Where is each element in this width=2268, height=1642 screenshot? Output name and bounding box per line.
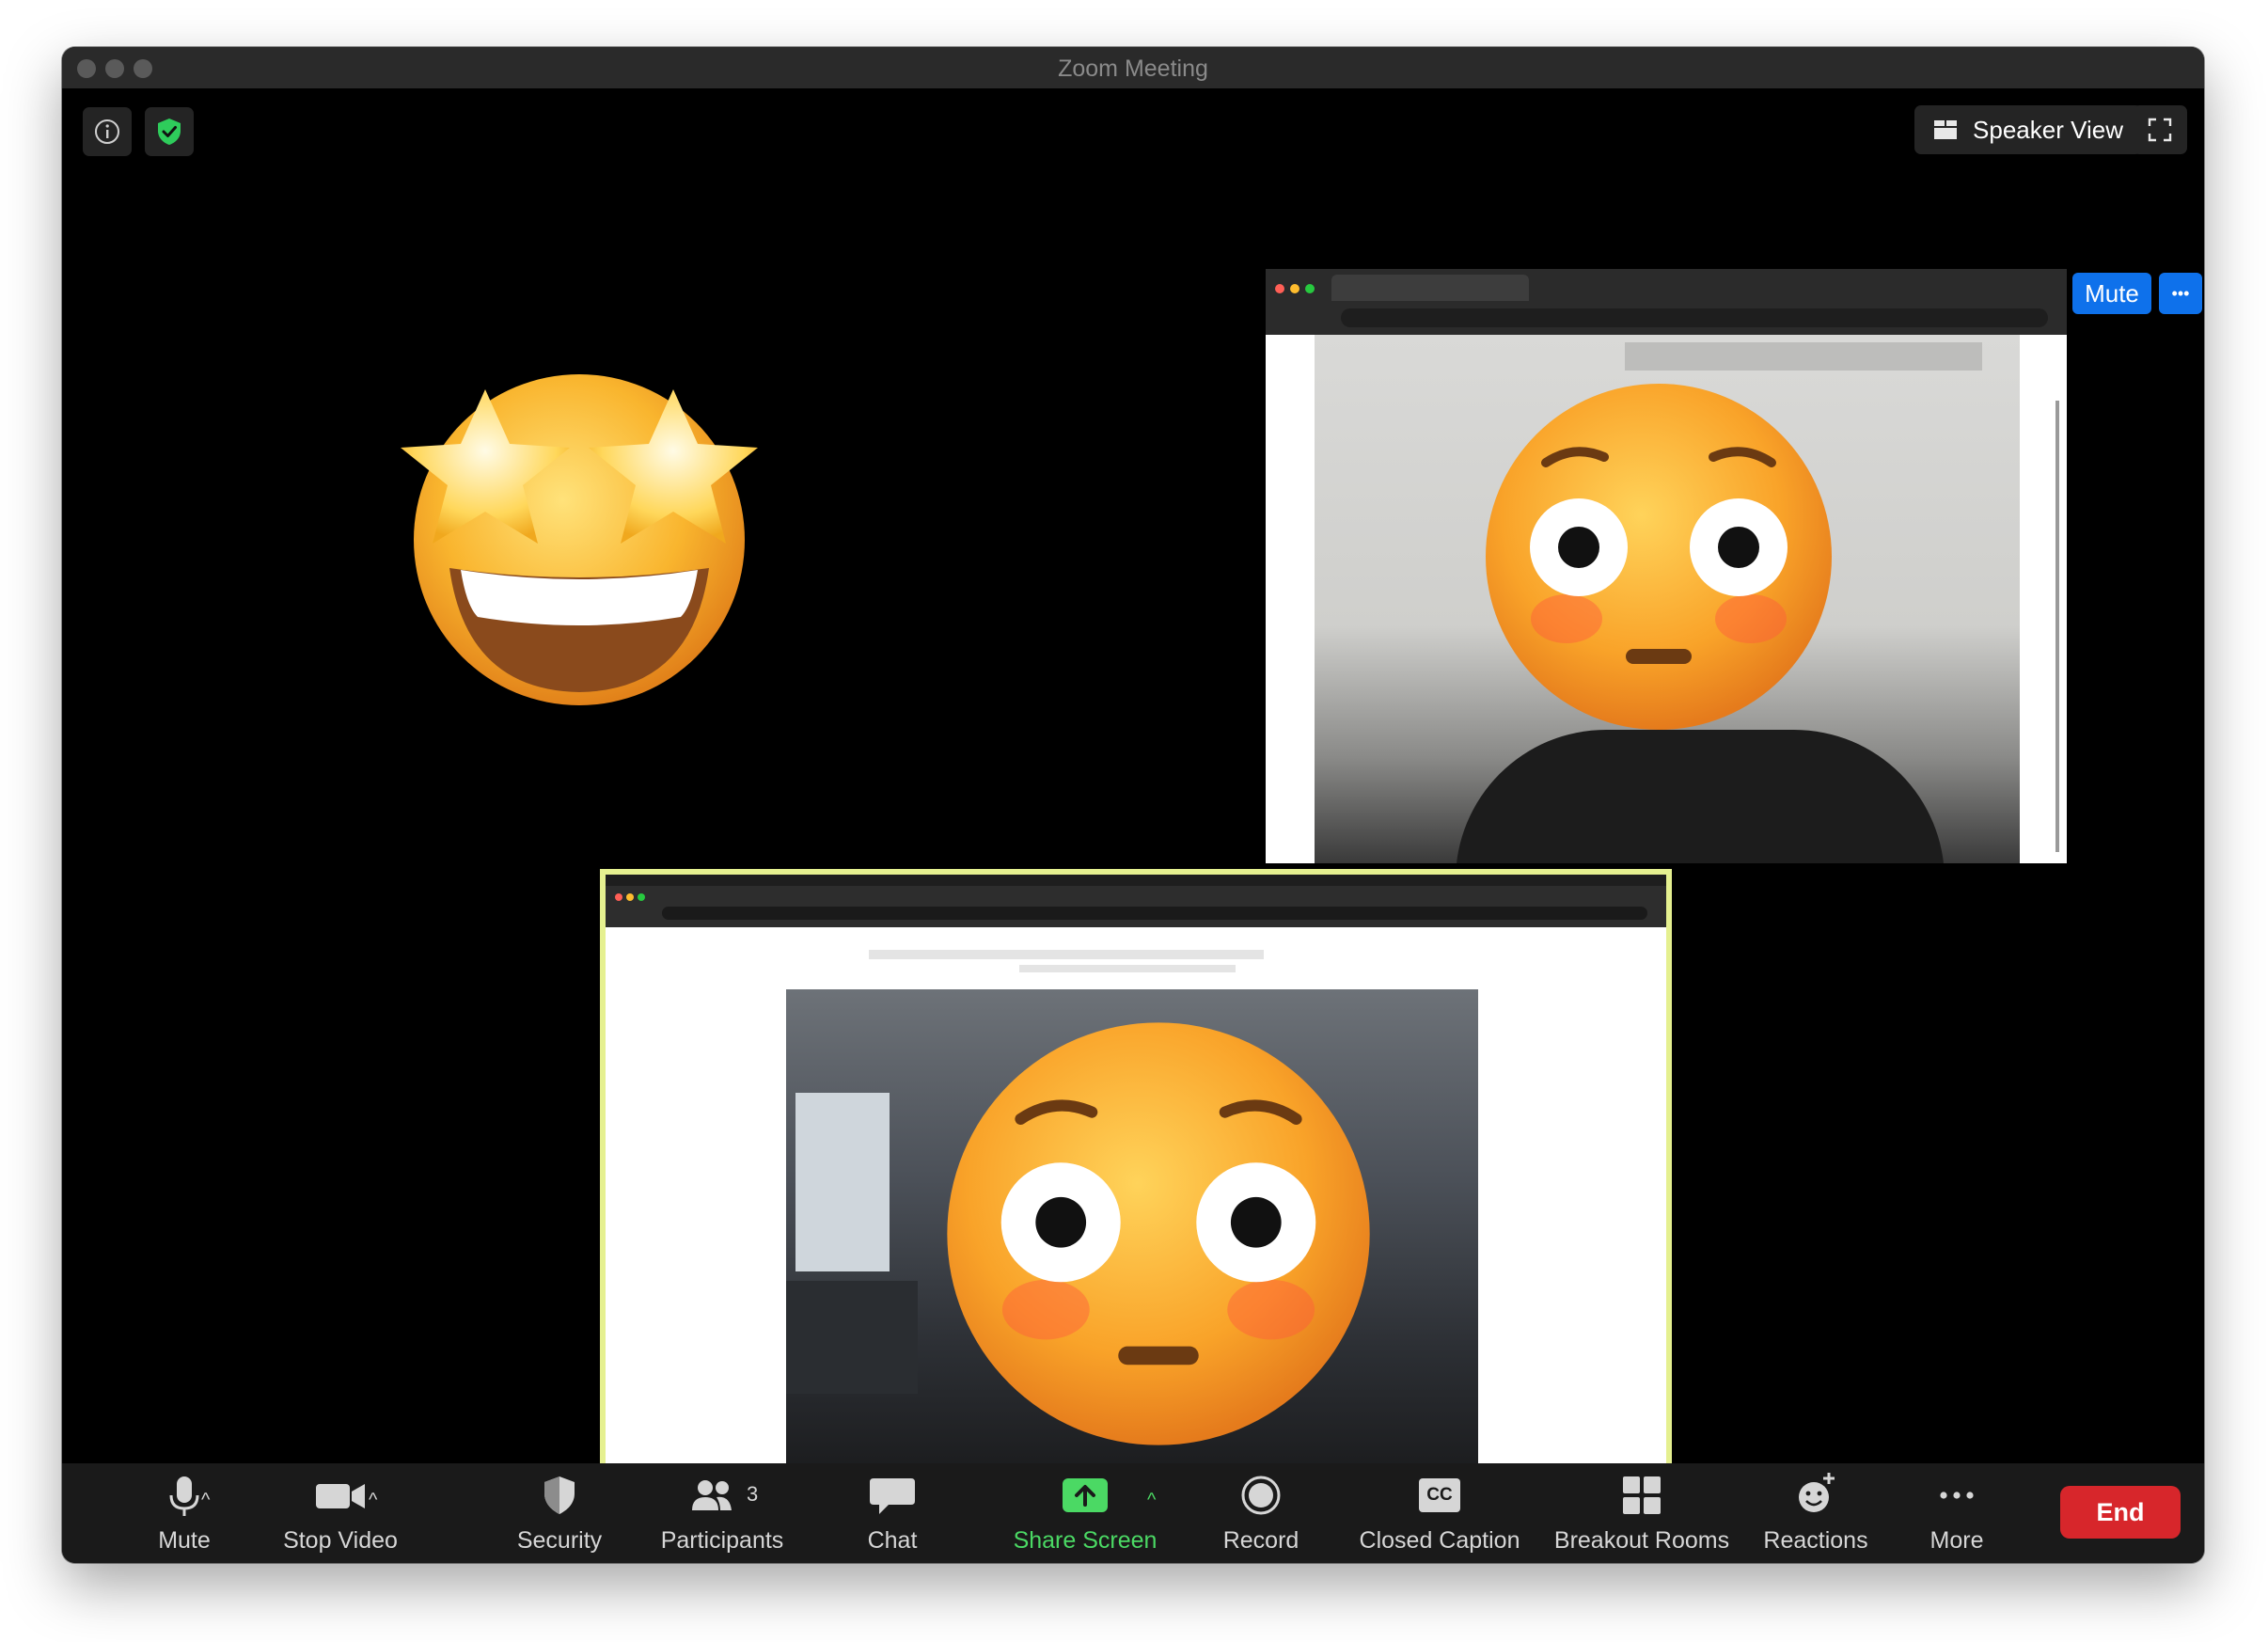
zoom-window: Zoom Meeting Speaker View Mute ••• Mute … bbox=[62, 47, 2204, 1563]
breakout-rooms-label: Breakout Rooms bbox=[1553, 1527, 1730, 1554]
closed-caption-button[interactable]: CC Closed Caption bbox=[1350, 1463, 1529, 1563]
speaker-view-button[interactable]: Speaker View bbox=[1914, 105, 2142, 154]
encryption-shield-button[interactable] bbox=[145, 107, 194, 156]
title-bar: Zoom Meeting bbox=[62, 47, 2204, 89]
chat-bubble-icon bbox=[870, 1478, 915, 1514]
security-label: Security bbox=[516, 1527, 603, 1554]
record-button[interactable]: Record bbox=[1190, 1463, 1331, 1563]
meeting-info-button[interactable] bbox=[83, 107, 132, 156]
reactions-button[interactable]: Reactions bbox=[1745, 1463, 1886, 1563]
security-button[interactable]: Security bbox=[489, 1463, 630, 1563]
record-label: Record bbox=[1222, 1527, 1299, 1554]
shield-check-icon bbox=[158, 118, 181, 145]
grid-view-icon bbox=[1934, 120, 1958, 139]
chat-button[interactable]: Chat bbox=[831, 1463, 953, 1563]
video-camera-icon bbox=[316, 1484, 365, 1508]
participant-video-star-emoji[interactable] bbox=[382, 324, 777, 718]
security-shield-icon bbox=[544, 1476, 575, 1514]
share-options-chevron-icon[interactable]: ^ bbox=[1147, 1490, 1156, 1511]
mute-label: Mute bbox=[158, 1527, 211, 1554]
microphone-icon bbox=[169, 1476, 199, 1516]
stop-video-button[interactable]: Stop Video bbox=[246, 1463, 434, 1563]
stop-video-label: Stop Video bbox=[283, 1527, 398, 1554]
participants-icon bbox=[692, 1480, 732, 1510]
more-dots-icon bbox=[1940, 1492, 1974, 1499]
flushed-emoji-icon bbox=[1486, 384, 1832, 730]
fullscreen-button[interactable] bbox=[2133, 105, 2187, 154]
share-screen-label: Share Screen bbox=[1013, 1527, 1158, 1554]
participants-count: 3 bbox=[747, 1482, 759, 1506]
more-label: More bbox=[1929, 1527, 1984, 1554]
end-meeting-button[interactable]: End bbox=[2060, 1486, 2181, 1539]
participants-button[interactable]: 3 Participants bbox=[638, 1463, 807, 1563]
embedded-browser-header bbox=[606, 886, 1666, 927]
reactions-smiley-icon bbox=[1799, 1473, 1835, 1512]
reactions-label: Reactions bbox=[1763, 1527, 1868, 1554]
participant-video-active-speaker[interactable] bbox=[600, 869, 1672, 1478]
closed-caption-icon: CC bbox=[1419, 1478, 1460, 1512]
participants-label: Participants bbox=[660, 1527, 784, 1554]
breakout-rooms-button[interactable]: Breakout Rooms bbox=[1548, 1463, 1736, 1563]
participant-mute-button[interactable]: Mute bbox=[2072, 273, 2151, 314]
more-button[interactable]: More bbox=[1905, 1463, 2008, 1563]
embedded-browser-header bbox=[1266, 269, 2067, 335]
audio-options-chevron-icon[interactable]: ^ bbox=[201, 1490, 210, 1511]
chat-label: Chat bbox=[867, 1527, 918, 1554]
info-icon bbox=[95, 119, 119, 144]
fullscreen-icon bbox=[2148, 118, 2172, 142]
flushed-emoji-icon bbox=[947, 1022, 1370, 1445]
share-screen-icon bbox=[1063, 1478, 1108, 1512]
breakout-rooms-icon bbox=[1623, 1476, 1661, 1514]
window-title: Zoom Meeting bbox=[1058, 55, 1208, 82]
speaker-view-label: Speaker View bbox=[1973, 115, 2123, 144]
star-struck-emoji-icon bbox=[401, 374, 758, 705]
record-icon bbox=[1241, 1476, 1281, 1515]
share-screen-button[interactable]: Share Screen bbox=[982, 1463, 1189, 1563]
video-options-chevron-icon[interactable]: ^ bbox=[369, 1490, 377, 1511]
mute-button[interactable]: Mute bbox=[109, 1463, 260, 1563]
participant-video-top-right[interactable] bbox=[1266, 269, 2067, 863]
video-stage: Speaker View Mute ••• bbox=[62, 88, 2204, 1478]
meeting-toolbar: Mute ^ Stop Video ^ Security 3 Participa… bbox=[62, 1463, 2204, 1563]
participant-more-button[interactable]: ••• bbox=[2159, 273, 2202, 314]
closed-caption-label: Closed Caption bbox=[1359, 1527, 1520, 1554]
